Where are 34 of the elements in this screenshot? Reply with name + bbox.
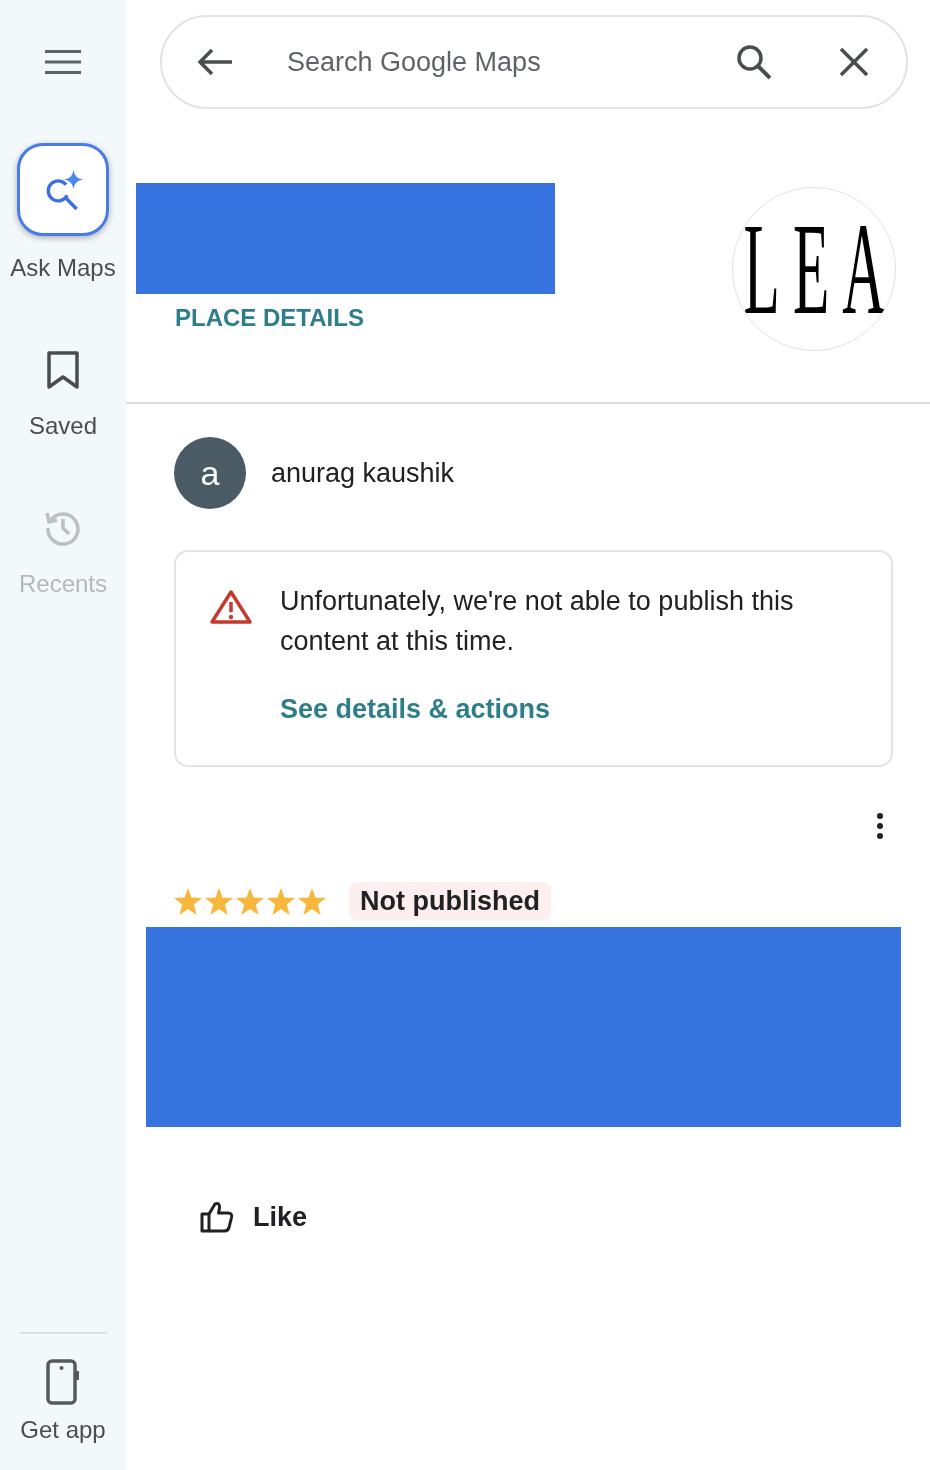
like-button[interactable]: Like (186, 1193, 322, 1241)
more-button[interactable] (876, 813, 884, 839)
history-icon (44, 509, 82, 547)
search-field[interactable]: Search Google Maps (287, 37, 707, 87)
star-icon (298, 887, 326, 915)
avatar: a (174, 437, 246, 509)
logo: LEA (732, 187, 896, 351)
search-icon (736, 44, 772, 80)
star-icon (267, 887, 295, 915)
place-details-link[interactable]: PLACE DETAILS (175, 304, 364, 332)
warning-icon (209, 589, 253, 625)
menu-icon (45, 50, 81, 74)
author-name: anurag kaushik (271, 457, 455, 490)
search-button[interactable] (736, 44, 772, 80)
arrow-left-icon (197, 47, 233, 77)
star-icon (205, 887, 233, 915)
nav-item[interactable]: Get app (20, 1359, 106, 1445)
back-button[interactable] (197, 47, 233, 77)
phone-icon (46, 1359, 80, 1405)
close-button[interactable] (839, 47, 869, 77)
notice-message: Unfortunately, we're not able to publish this content at this time. (280, 585, 795, 658)
menu-button[interactable] (45, 50, 81, 74)
nav-item[interactable]: Ask Maps (10, 143, 116, 283)
close-icon (839, 47, 869, 77)
nav-item[interactable]: Saved (28, 351, 98, 441)
bookmark-icon (47, 351, 79, 389)
details-link[interactable]: See details & actions (280, 689, 551, 729)
sparkle-search-icon (17, 143, 109, 236)
status-badge: Not published (349, 882, 551, 920)
star-icon (236, 887, 264, 915)
search-bar[interactable]: Search Google Maps (160, 15, 908, 109)
more-icon (876, 813, 884, 839)
thumb-up-icon (200, 1201, 234, 1233)
star-icon (174, 887, 202, 915)
